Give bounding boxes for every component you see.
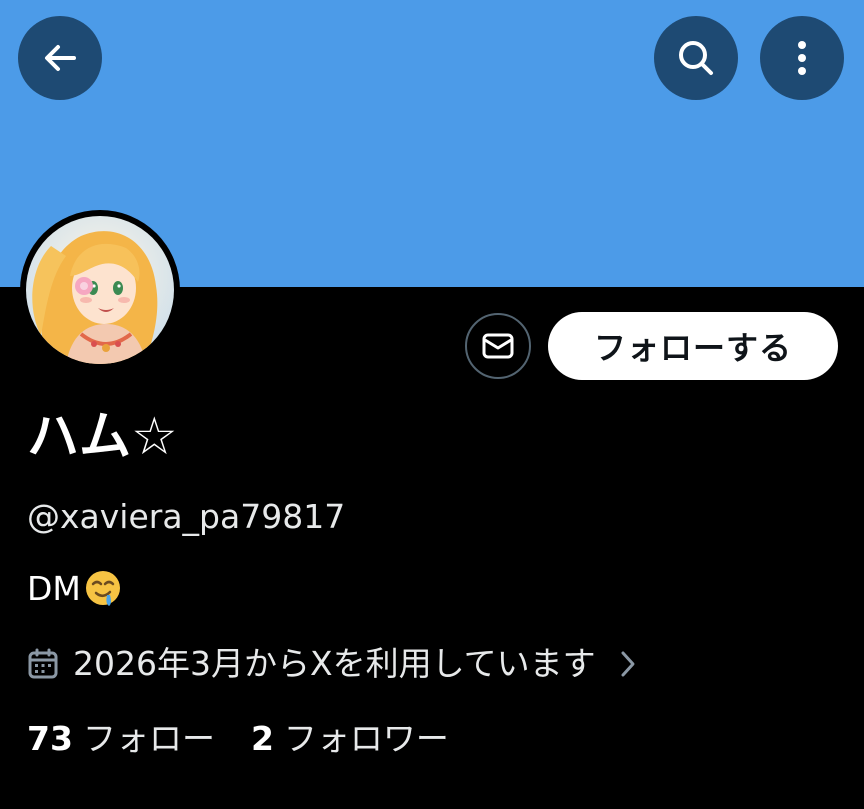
- display-name: ハム☆: [27, 407, 178, 467]
- bio: DM: [27, 568, 123, 610]
- back-button[interactable]: [18, 16, 102, 100]
- more-vertical-icon: [796, 38, 808, 78]
- chevron-right-icon: [618, 649, 638, 679]
- following-stat[interactable]: 73 フォロー: [27, 718, 215, 760]
- followers-stat[interactable]: 2 フォロワー: [251, 718, 449, 760]
- following-count: 73: [27, 719, 73, 758]
- follow-stats: 73 フォロー 2 フォロワー: [27, 718, 449, 760]
- calendar-icon: [27, 648, 59, 680]
- bio-text: DM: [27, 569, 81, 608]
- arrow-left-icon: [40, 38, 80, 78]
- drooling-face-emoji: [83, 568, 123, 610]
- more-options-button[interactable]: [760, 16, 844, 100]
- user-handle: @xaviera_pa79817: [27, 497, 346, 536]
- search-icon: [674, 36, 718, 80]
- joined-text: 2026年3月からXを利用しています: [73, 644, 596, 683]
- joined-date[interactable]: 2026年3月からXを利用しています: [27, 643, 638, 685]
- followers-label: フォロワー: [283, 719, 449, 758]
- avatar-illustration: [26, 216, 174, 364]
- followers-count: 2: [250, 719, 274, 758]
- search-button[interactable]: [654, 16, 738, 100]
- avatar[interactable]: [20, 210, 180, 370]
- mail-icon: [481, 331, 515, 361]
- message-button[interactable]: [465, 313, 531, 379]
- following-label: フォロー: [82, 719, 215, 758]
- follow-button[interactable]: フォローする: [548, 312, 838, 380]
